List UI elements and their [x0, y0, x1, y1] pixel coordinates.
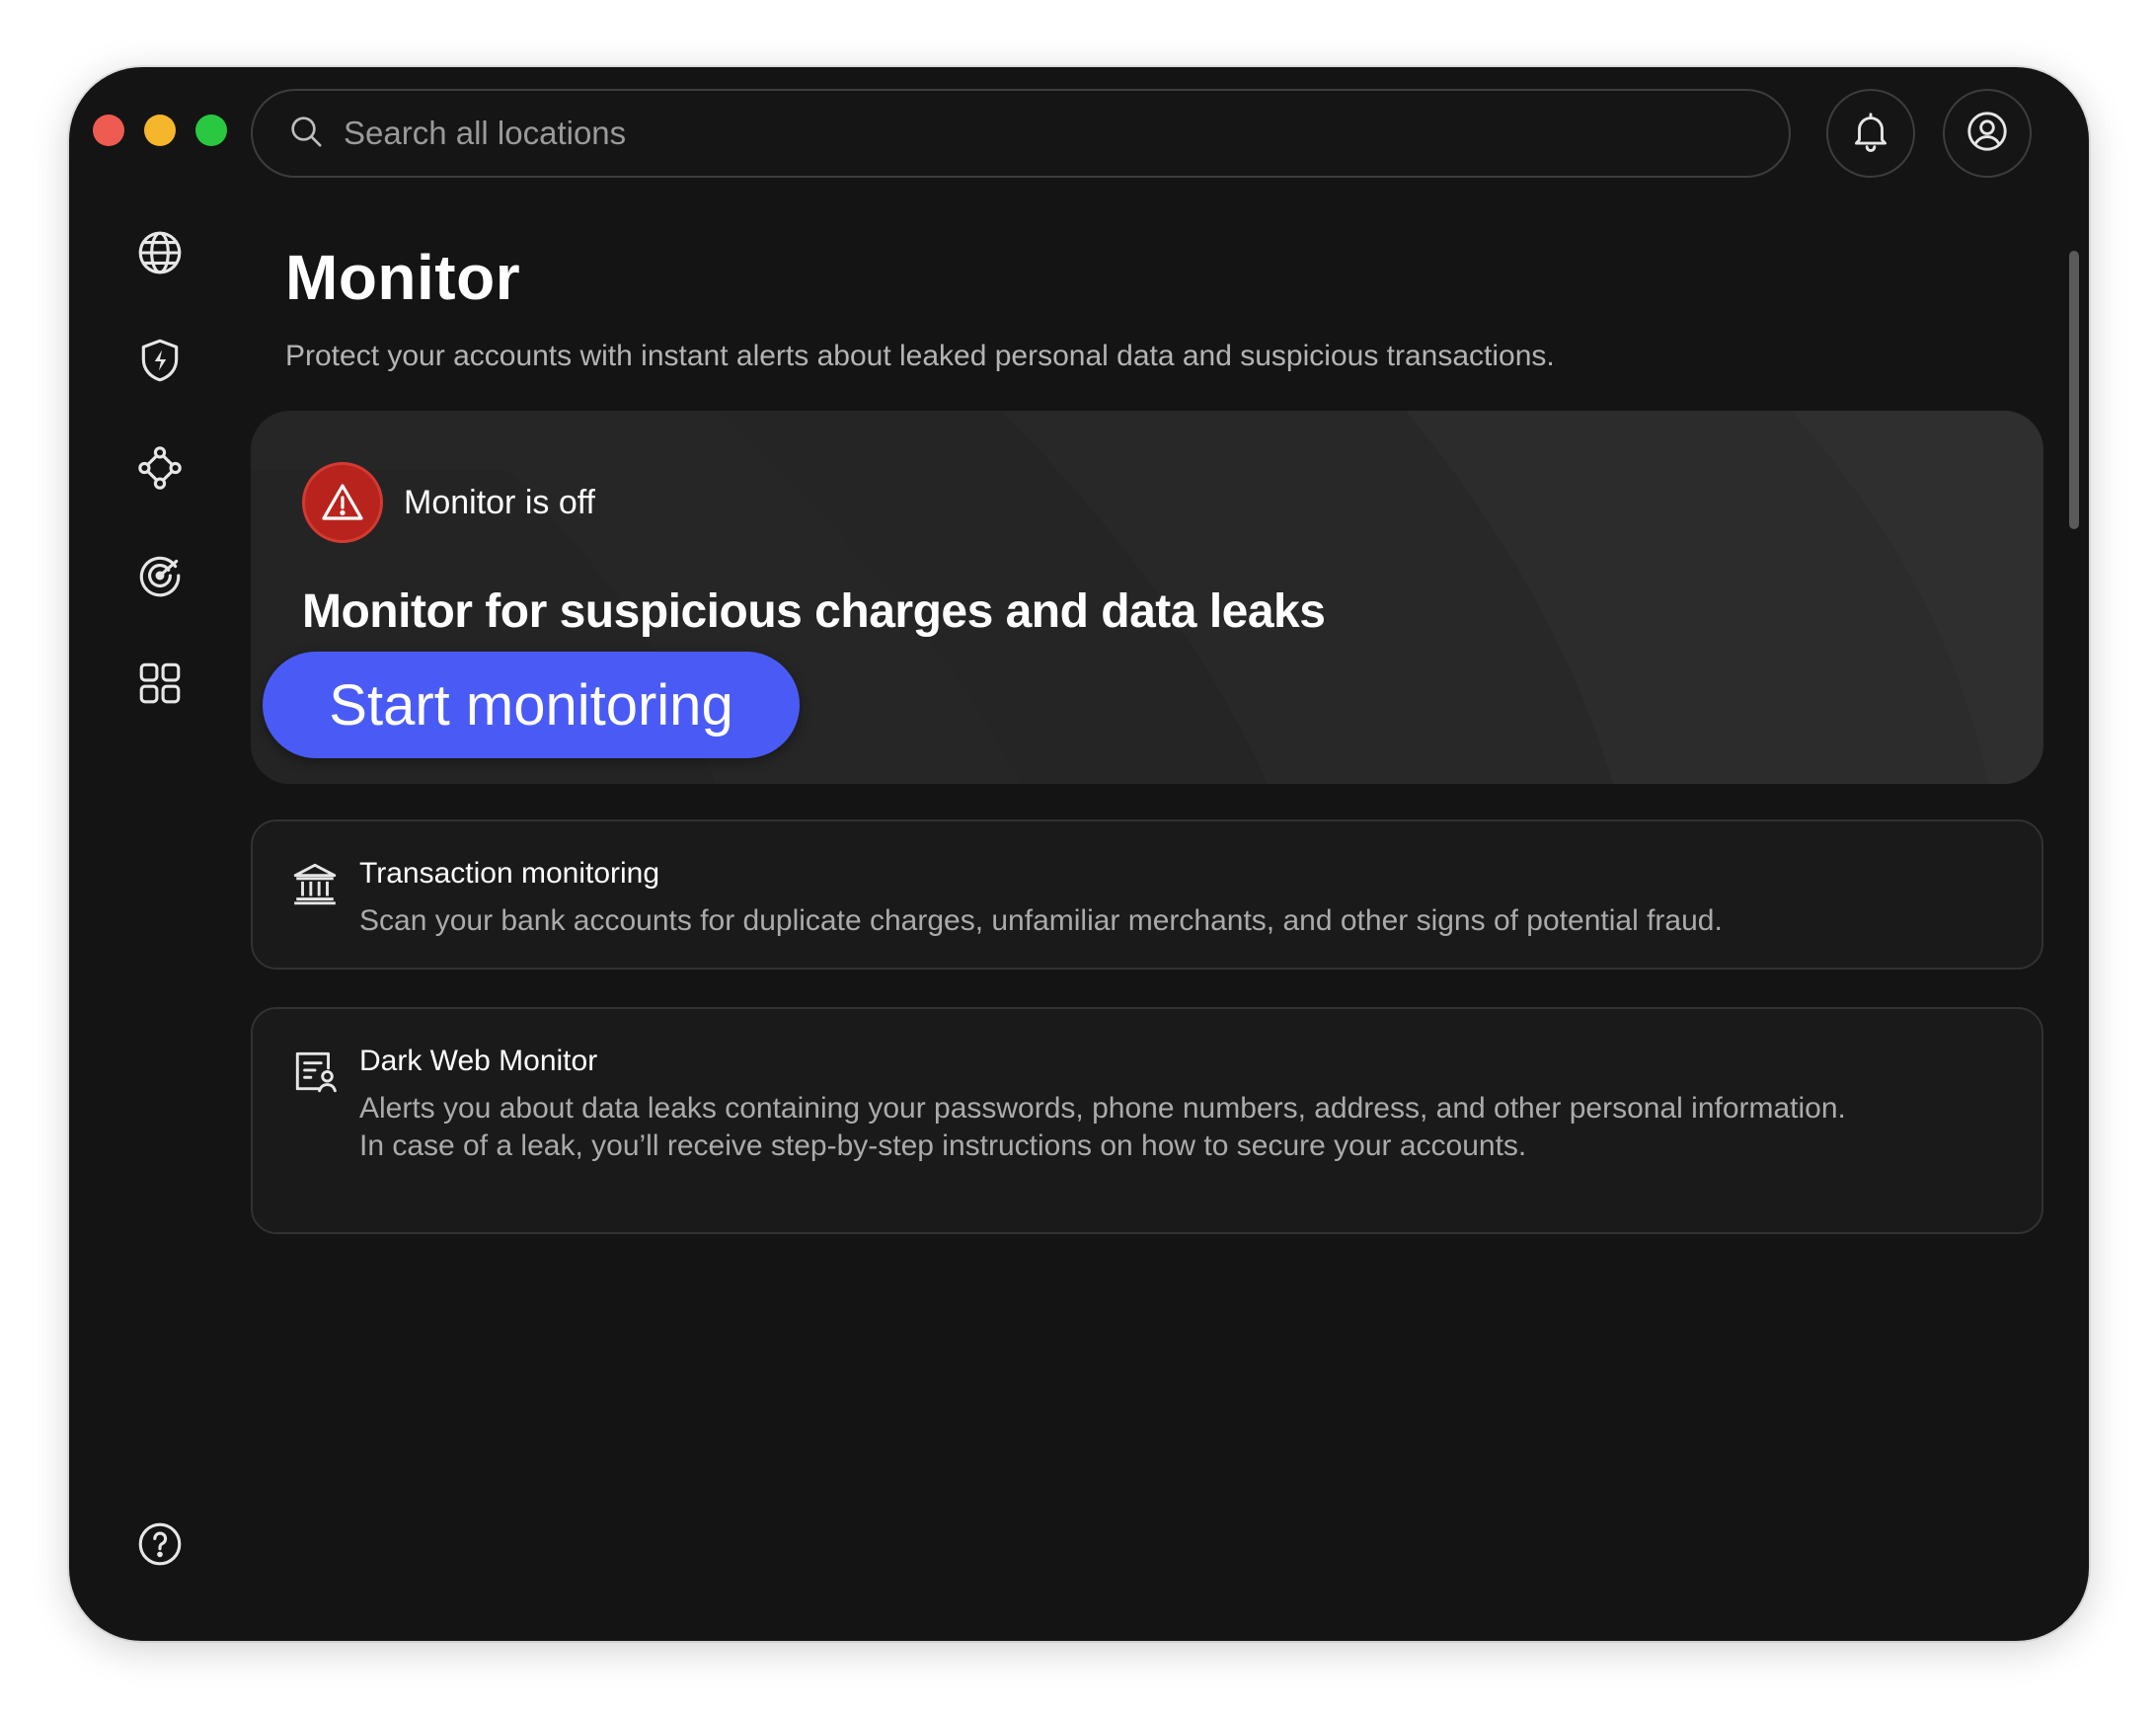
shield-bolt-icon — [135, 336, 185, 390]
bell-icon — [1848, 109, 1893, 159]
feature-description: Alerts you about data leaks containing y… — [359, 1090, 2018, 1165]
apps-grid-icon — [135, 659, 185, 713]
warning-icon-badge — [302, 462, 383, 543]
minimize-window-button[interactable] — [144, 115, 176, 146]
feature-transaction-monitoring[interactable]: Transaction monitoring Scan your bank ac… — [251, 819, 2043, 970]
search-input[interactable] — [344, 115, 1726, 152]
zoom-window-button[interactable] — [195, 115, 227, 146]
feature-description-line: Scan your bank accounts for duplicate ch… — [359, 904, 1723, 937]
identity-document-icon — [290, 1047, 340, 1096]
scrollbar-thumb[interactable] — [2069, 251, 2079, 529]
search-bar[interactable] — [251, 89, 1791, 178]
help-button[interactable] — [130, 1516, 190, 1576]
radar-target-icon — [135, 551, 185, 605]
page-subtitle: Protect your accounts with instant alert… — [285, 340, 1555, 372]
question-circle-icon — [135, 1519, 185, 1574]
notifications-button[interactable] — [1826, 89, 1915, 178]
warning-icon — [322, 484, 363, 520]
network-nodes-icon — [135, 443, 185, 498]
feature-description: Scan your bank accounts for duplicate ch… — [359, 902, 2018, 940]
sidebar-item-vpn[interactable] — [130, 225, 190, 284]
sidebar-item-meshnet[interactable] — [130, 440, 190, 500]
sidebar-item-apps[interactable] — [130, 656, 190, 715]
page-title: Monitor — [285, 242, 521, 313]
feature-title: Transaction monitoring — [359, 857, 660, 890]
start-monitoring-button[interactable]: Start monitoring — [263, 652, 800, 758]
monitor-status-text: Monitor is off — [404, 484, 596, 521]
monitor-status-card: Monitor is off Monitor for suspicious ch… — [251, 411, 2043, 784]
app-window: Monitor Protect your accounts with insta… — [69, 67, 2089, 1641]
feature-title: Dark Web Monitor — [359, 1045, 598, 1077]
globe-icon — [135, 228, 185, 282]
search-icon — [286, 112, 326, 156]
sidebar — [130, 225, 190, 763]
hero-heading: Monitor for suspicious charges and data … — [302, 585, 1326, 638]
close-window-button[interactable] — [93, 115, 124, 146]
window-controls — [93, 115, 227, 146]
sidebar-item-monitor[interactable] — [130, 548, 190, 607]
bank-icon — [290, 859, 340, 908]
account-button[interactable] — [1943, 89, 2032, 178]
feature-dark-web-monitor[interactable]: Dark Web Monitor Alerts you about data l… — [251, 1007, 2043, 1234]
feature-description-line: In case of a leak, you’ll receive step-b… — [359, 1129, 1527, 1162]
user-circle-icon — [1964, 109, 2010, 159]
feature-description-line: Alerts you about data leaks containing y… — [359, 1092, 1846, 1125]
sidebar-item-threat-protection[interactable] — [130, 333, 190, 392]
